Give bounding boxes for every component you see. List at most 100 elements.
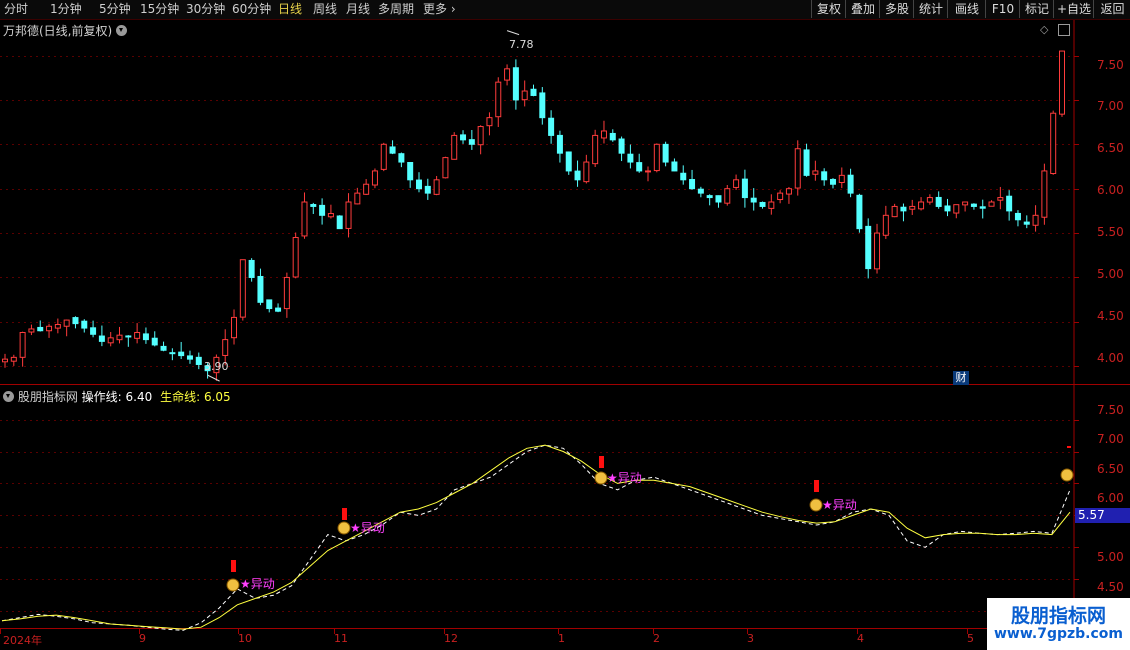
low-marker-pointer [207, 374, 220, 382]
chart-canvas [0, 20, 1130, 634]
signal-label: ★异动 [822, 498, 857, 512]
money-bag-icon [226, 578, 240, 592]
candle-body [54, 324, 61, 329]
candle-body [891, 205, 898, 218]
candle-body [415, 179, 422, 190]
life-line-label: 生命线: [160, 390, 201, 404]
candle-body [10, 356, 17, 362]
candle-body [407, 162, 414, 181]
money-bag-icon [594, 471, 608, 485]
candle-body [829, 178, 836, 185]
candle-body [37, 326, 44, 332]
candle-body [46, 325, 53, 332]
candle-body [926, 197, 933, 203]
date-tick: 3 [747, 632, 754, 645]
candle-body [900, 206, 907, 212]
op-line-series [1, 444, 1071, 631]
indicator-tick: 6.00 [1097, 491, 1124, 505]
candle-body [371, 170, 378, 186]
candle-body [310, 204, 317, 207]
candle-body [627, 153, 634, 163]
candle-body [160, 345, 167, 351]
op-line-value: 6.40 [125, 390, 153, 404]
finance-badge[interactable]: 财 [953, 371, 969, 385]
date-tick: 2024年 [3, 634, 42, 647]
candle-body [741, 178, 748, 199]
candle-body [1014, 212, 1021, 221]
candle-body [195, 356, 202, 365]
candle-body [1023, 221, 1030, 225]
indicator-tick: 7.00 [1097, 432, 1124, 446]
candle-body [134, 332, 141, 339]
indicator-tick: 5.00 [1097, 550, 1124, 564]
candle-body [178, 351, 185, 357]
candle-body [363, 183, 370, 195]
candle-body [979, 206, 986, 209]
candle-body [874, 232, 881, 270]
indicator-tick: 6.50 [1097, 462, 1124, 476]
candle-body [583, 161, 590, 183]
candle-body [671, 161, 678, 172]
signal-label: ★异动 [607, 471, 642, 485]
candle-body [1050, 112, 1057, 175]
candle-body [821, 171, 828, 181]
candle-body [319, 204, 326, 216]
candle-body [794, 148, 801, 189]
dropdown-circle-icon[interactable] [3, 391, 14, 402]
date-tick: 4 [857, 632, 864, 645]
candle-body [565, 151, 572, 172]
candle-body [909, 205, 916, 210]
candle-body [257, 275, 264, 303]
candle-body [477, 126, 484, 146]
high-marker-pointer [506, 30, 520, 36]
candle-body [116, 334, 123, 341]
price-tick: 7.50 [1097, 58, 1124, 72]
candle-body [486, 117, 493, 127]
candle-body [433, 179, 440, 195]
watermark: 股朋指标网 www.7gpzb.com [987, 598, 1130, 650]
candle-body [556, 134, 563, 154]
candle-body [169, 352, 176, 355]
candle-body [442, 157, 449, 179]
candle-body [398, 153, 405, 163]
candle-body [389, 146, 396, 154]
candle-body [706, 195, 713, 199]
candle-body [460, 134, 467, 141]
candle-body [504, 68, 511, 81]
life-line-series [1, 444, 1071, 630]
candle-body [19, 332, 26, 358]
candle-body [662, 143, 669, 163]
candle-body [953, 204, 960, 214]
candle-body [618, 138, 625, 154]
signal-bar [342, 508, 347, 520]
high-price-marker: 7.78 [509, 38, 534, 51]
current-value-badge: 5.57 [1075, 508, 1130, 523]
candle-body [574, 170, 581, 181]
indicator-title: 股朋指标网 操作线: 6.40 生命线: 6.05 [3, 388, 231, 405]
money-bag-icon [809, 498, 823, 512]
candle-body [468, 139, 475, 145]
candle-body [336, 215, 343, 230]
candle-body [962, 201, 969, 206]
candle-body [63, 319, 70, 327]
price-tick: 5.50 [1097, 225, 1124, 239]
candle-body [997, 197, 1004, 201]
candle-body [539, 92, 546, 119]
date-tick: 12 [444, 632, 458, 645]
signal-label: ★异动 [240, 577, 275, 591]
candle-body [81, 320, 88, 329]
signal-bar [599, 456, 604, 468]
candle-body [847, 174, 854, 194]
date-tick: 5 [967, 632, 974, 645]
candle-body [354, 192, 361, 205]
candle-body [724, 188, 731, 204]
candle-body [689, 179, 696, 190]
candle-body [512, 67, 519, 101]
candle-body [231, 316, 238, 339]
candle-body [1059, 50, 1065, 115]
candle-body [777, 192, 784, 201]
candle-body [812, 170, 819, 175]
candle-body [592, 134, 599, 165]
candle-body [609, 132, 616, 141]
price-tick: 5.00 [1097, 267, 1124, 281]
